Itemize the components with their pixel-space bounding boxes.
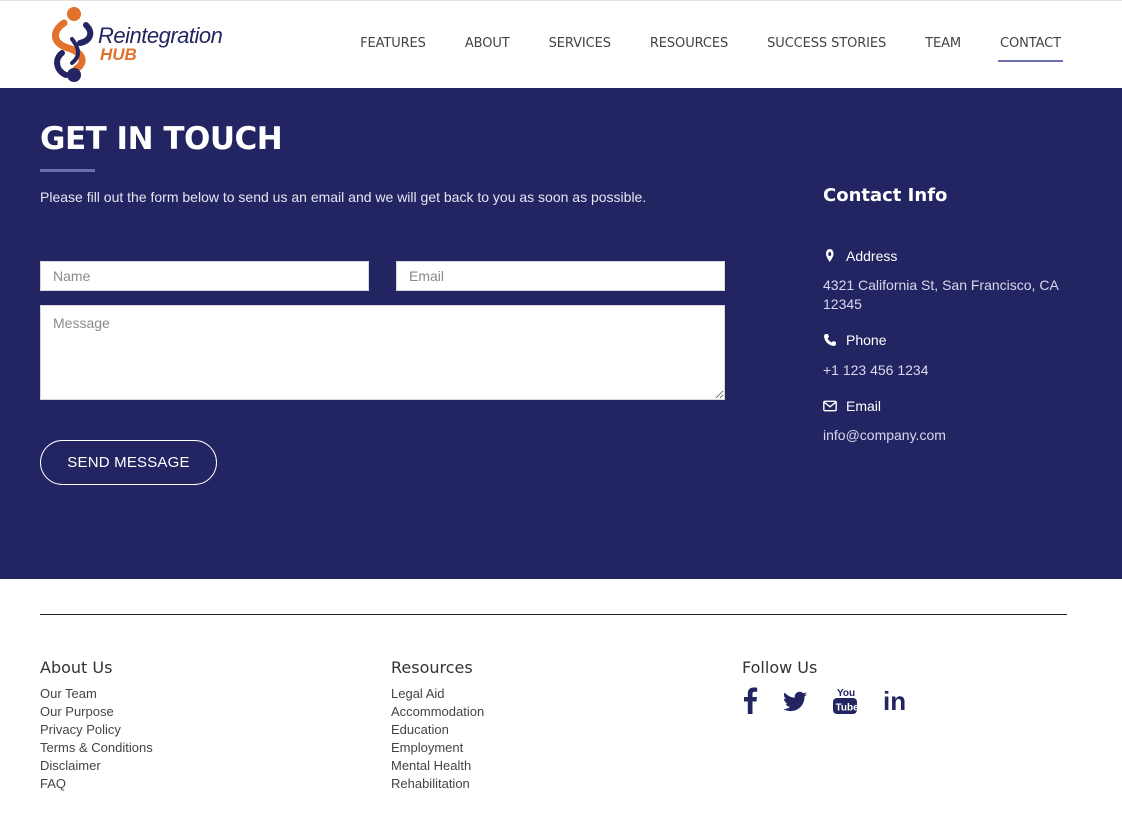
- facebook-icon[interactable]: [742, 686, 758, 721]
- footer-divider: [40, 614, 1067, 615]
- footer-link-employment[interactable]: Employment: [391, 740, 463, 755]
- contact-info-title: Contact Info: [823, 185, 948, 206]
- phone-value: +1 123 456 1234: [823, 362, 929, 378]
- brand-logo[interactable]: Reintegration HUB: [50, 3, 240, 85]
- site-header: Reintegration HUB FEATURES ABOUT SERVICE…: [0, 1, 1122, 88]
- linkedin-icon[interactable]: in: [882, 686, 908, 721]
- contact-section: GET IN TOUCH Please fill out the form be…: [0, 88, 1122, 579]
- heading-underline: [40, 169, 95, 172]
- footer-link-disclaimer[interactable]: Disclaimer: [40, 758, 101, 773]
- twitter-icon[interactable]: [782, 686, 808, 721]
- nav-contact[interactable]: CONTACT: [998, 36, 1063, 62]
- social-links: You Tube in: [742, 686, 932, 721]
- nav-about[interactable]: ABOUT: [465, 36, 510, 51]
- footer-link-accommodation[interactable]: Accommodation: [391, 704, 484, 719]
- footer-link-our-purpose[interactable]: Our Purpose: [40, 704, 114, 719]
- footer-resources-title: Resources: [391, 658, 473, 677]
- phone-icon: [824, 334, 836, 346]
- nav-features[interactable]: FEATURES: [360, 36, 426, 51]
- nav-success-stories[interactable]: SUCCESS STORIES: [767, 36, 886, 51]
- footer-link-terms[interactable]: Terms & Conditions: [40, 740, 153, 755]
- address-label: Address: [846, 248, 898, 264]
- footer-follow-title: Follow Us: [742, 658, 818, 677]
- footer-follow: Follow Us: [742, 658, 817, 685]
- footer-link-rehabilitation[interactable]: Rehabilitation: [391, 776, 470, 791]
- email-label: Email: [846, 398, 882, 414]
- section-heading: GET IN TOUCH: [40, 121, 283, 157]
- send-message-button[interactable]: SEND MESSAGE: [40, 440, 217, 485]
- footer-link-privacy-policy[interactable]: Privacy Policy: [40, 722, 121, 737]
- email-label-row: Email: [823, 398, 881, 414]
- email-field[interactable]: [396, 261, 725, 291]
- footer-link-legal-aid[interactable]: Legal Aid: [391, 686, 445, 701]
- footer-resources: Resources Legal Aid Accommodation Educat…: [391, 658, 484, 793]
- footer-link-faq[interactable]: FAQ: [40, 776, 66, 791]
- main-nav: FEATURES ABOUT SERVICES RESOURCES SUCCES…: [321, 36, 1063, 62]
- intro-text: Please fill out the form below to send u…: [40, 189, 647, 205]
- footer-link-education[interactable]: Education: [391, 722, 449, 737]
- address-value: 4321 California St, San Francisco, CA 12…: [823, 277, 1059, 312]
- envelope-icon: [823, 400, 837, 412]
- footer-about-title: About Us: [40, 658, 113, 677]
- youtube-wordmark-top: You: [837, 688, 855, 699]
- phone-label: Phone: [846, 332, 887, 348]
- nav-resources[interactable]: RESOURCES: [650, 36, 728, 51]
- logo-subtext: HUB: [100, 45, 137, 64]
- name-field[interactable]: [40, 261, 369, 291]
- footer-link-mental-health[interactable]: Mental Health: [391, 758, 471, 773]
- footer-link-our-team[interactable]: Our Team: [40, 686, 97, 701]
- logo-mark-icon: [52, 7, 94, 82]
- message-field[interactable]: [40, 305, 725, 400]
- nav-services[interactable]: SERVICES: [549, 36, 611, 51]
- linkedin-wordmark: in: [883, 686, 906, 714]
- address-label-row: Address: [823, 248, 897, 264]
- email-value: info@company.com: [823, 427, 946, 443]
- nav-team[interactable]: TEAM: [925, 36, 961, 51]
- footer-about: About Us Our Team Our Purpose Privacy Po…: [40, 658, 153, 793]
- phone-label-row: Phone: [823, 332, 886, 348]
- map-marker-icon: [826, 249, 834, 262]
- youtube-icon[interactable]: You Tube: [832, 686, 859, 721]
- youtube-wordmark-bottom: Tube: [836, 703, 859, 714]
